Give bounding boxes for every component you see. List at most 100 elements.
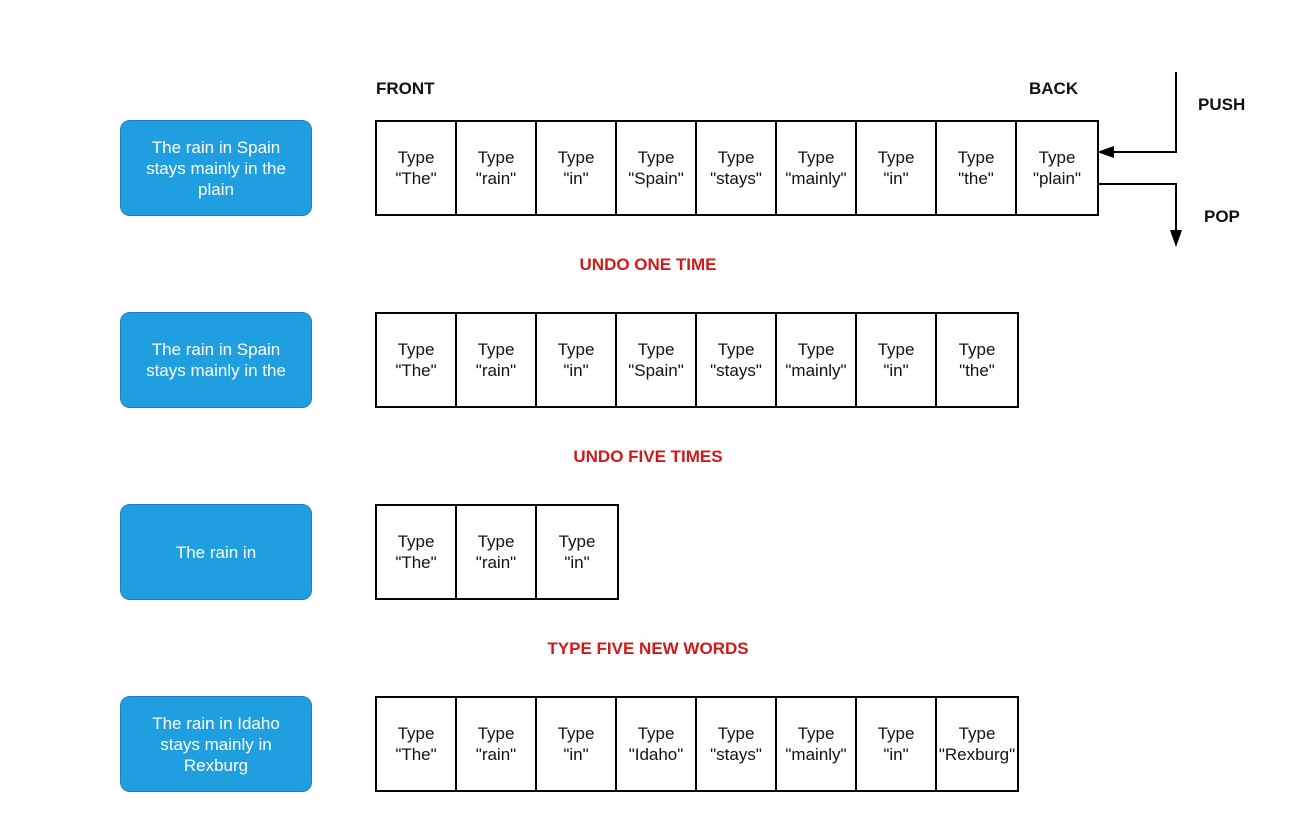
undo-stack: Type "The" Type "rain" Type "in"	[375, 504, 619, 600]
cell-word: "Spain"	[628, 169, 684, 188]
cell-word: "rain"	[475, 169, 517, 188]
cell-word: "the"	[958, 169, 994, 188]
cell-action: Type	[797, 340, 835, 359]
stack-cell: Type "Rexburg"	[937, 698, 1017, 790]
stack-cell: Type "plain"	[1017, 122, 1097, 214]
cell-word: "in"	[563, 745, 589, 764]
stack-cell: Type "rain"	[457, 506, 537, 598]
stack-cell: Type "mainly"	[777, 314, 857, 406]
stack-cell: Type "rain"	[457, 698, 537, 790]
cell-word: "the"	[959, 361, 995, 380]
undo-stack: Type "The" Type "rain" Type "in" Type "Idaho" Ty…	[375, 696, 1019, 792]
document-text-box: The rain in Idaho stays mainly in Rexbur…	[120, 696, 312, 792]
document-text: The rain in Spain stays mainly in the pl…	[146, 137, 286, 199]
stack-cell: Type "in"	[857, 314, 937, 406]
cell-action: Type	[958, 340, 996, 359]
cell-action: Type	[637, 148, 675, 167]
cell-action: Type	[477, 340, 515, 359]
cell-word: "in"	[883, 361, 909, 380]
cell-word: "Idaho"	[628, 745, 684, 764]
cell-action: Type	[558, 532, 596, 551]
cell-word: "in"	[564, 553, 590, 572]
stack-cell: Type "The"	[377, 506, 457, 598]
document-text-box: The rain in Spain stays mainly in the	[120, 312, 312, 408]
stack-cell: Type "The"	[377, 698, 457, 790]
stack-cell: Type "rain"	[457, 314, 537, 406]
stack-cell: Type "in"	[537, 506, 617, 598]
cell-word: "plain"	[1033, 169, 1081, 188]
cell-word: "mainly"	[785, 169, 847, 188]
cell-action: Type	[957, 148, 995, 167]
stack-cell: Type "Spain"	[617, 122, 697, 214]
step-label-type-five: TYPE FIVE NEW WORDS	[547, 639, 749, 658]
stack-cell: Type "stays"	[697, 314, 777, 406]
pop-arrow	[1097, 183, 1182, 247]
cell-action: Type	[397, 724, 435, 743]
push-arrow	[1097, 72, 1177, 158]
cell-action: Type	[557, 340, 595, 359]
cell-action: Type	[557, 724, 595, 743]
step-label-undo-one: UNDO ONE TIME	[579, 255, 717, 274]
stack-cell: Type "in"	[537, 314, 617, 406]
cell-action: Type	[557, 148, 595, 167]
cell-action: Type	[797, 148, 835, 167]
cell-action: Type	[477, 532, 515, 551]
stack-cell: Type "in"	[857, 122, 937, 214]
cell-action: Type	[877, 148, 915, 167]
document-text-box: The rain in Spain stays mainly in the pl…	[120, 120, 312, 216]
cell-action: Type	[1038, 148, 1076, 167]
cell-action: Type	[958, 724, 996, 743]
cell-word: "The"	[395, 169, 437, 188]
document-text-box: The rain in	[120, 504, 312, 600]
cell-action: Type	[397, 340, 435, 359]
document-text: The rain in Spain stays mainly in the	[146, 340, 286, 380]
cell-word: "in"	[563, 361, 589, 380]
cell-action: Type	[717, 148, 755, 167]
stack-cell: Type "rain"	[457, 122, 537, 214]
cell-word: "in"	[883, 745, 909, 764]
cell-action: Type	[877, 340, 915, 359]
cell-word: "mainly"	[785, 361, 847, 380]
stack-cell: Type "the"	[937, 122, 1017, 214]
cell-word: "The"	[395, 361, 437, 380]
cell-action: Type	[477, 148, 515, 167]
cell-word: "The"	[395, 553, 437, 572]
stack-cell: Type "in"	[537, 122, 617, 214]
stack-cell: Type "stays"	[697, 122, 777, 214]
stack-cell: Type "mainly"	[777, 698, 857, 790]
stack-cell: Type "The"	[377, 122, 457, 214]
undo-stack: Type "The" Type "rain" Type "in" Type "Spain" Ty…	[375, 120, 1099, 216]
cell-word: "stays"	[710, 169, 762, 188]
cell-word: "rain"	[475, 361, 517, 380]
cell-action: Type	[717, 340, 755, 359]
cell-word: "stays"	[710, 361, 762, 380]
stack-cell: Type "The"	[377, 314, 457, 406]
cell-word: "Spain"	[628, 361, 684, 380]
cell-action: Type	[397, 532, 435, 551]
cell-action: Type	[717, 724, 755, 743]
stack-cell: Type "mainly"	[777, 122, 857, 214]
cell-word: "rain"	[475, 553, 517, 572]
cell-word: "in"	[883, 169, 909, 188]
stack-cell: Type "in"	[857, 698, 937, 790]
stack-cell: Type "the"	[937, 314, 1017, 406]
document-text: The rain in Idaho stays mainly in Rexbur…	[152, 713, 280, 775]
cell-action: Type	[797, 724, 835, 743]
cell-action: Type	[877, 724, 915, 743]
stack-cell: Type "stays"	[697, 698, 777, 790]
cell-action: Type	[637, 724, 675, 743]
cell-word: "in"	[563, 169, 589, 188]
cell-action: Type	[397, 148, 435, 167]
step-label-undo-five: UNDO FIVE TIMES	[573, 447, 723, 466]
stack-cell: Type "Spain"	[617, 314, 697, 406]
cell-word: "mainly"	[785, 745, 847, 764]
cell-action: Type	[477, 724, 515, 743]
cell-word: "The"	[395, 745, 437, 764]
undo-stack: Type "The" Type "rain" Type "in" Type "Spain" Ty…	[375, 312, 1019, 408]
document-text: The rain in	[175, 542, 257, 562]
cell-action: Type	[637, 340, 675, 359]
cell-word: "rain"	[475, 745, 517, 764]
cell-word: "stays"	[710, 745, 762, 764]
cell-word: "Rexburg"	[938, 745, 1016, 764]
stack-cell: Type "in"	[537, 698, 617, 790]
